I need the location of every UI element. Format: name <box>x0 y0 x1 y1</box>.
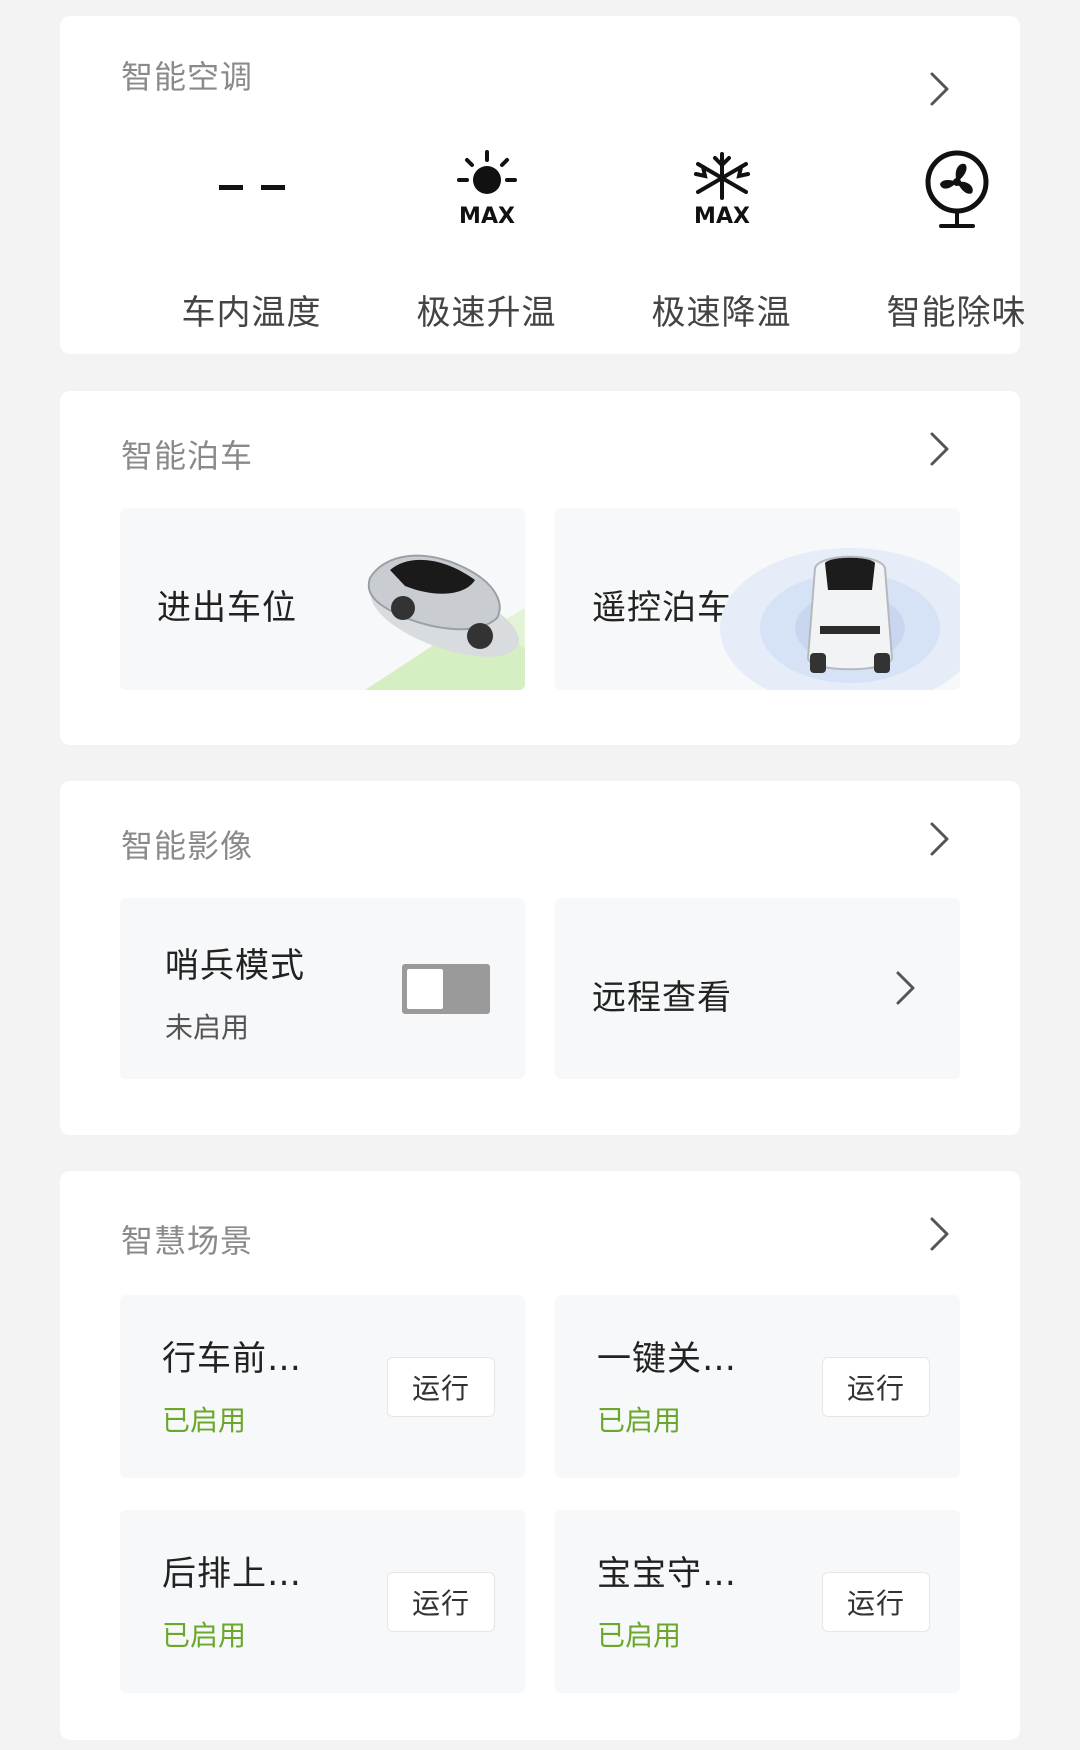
parking-card-title: 智能泊车 <box>121 437 254 475</box>
scene-run-button[interactable]: 运行 <box>387 1572 495 1632</box>
scene-card[interactable]: 一键关… 已启用 运行 <box>555 1295 960 1478</box>
climate-card-title: 智能空调 <box>121 58 254 96</box>
parking-card: 智能泊车 进出车位 遥控泊车 <box>60 391 1020 745</box>
scene-label: 一键关… <box>597 1339 737 1379</box>
cabin-temperature-label: 车内温度 <box>181 293 322 333</box>
sun-max-icon: MAX <box>369 143 604 233</box>
parking-chevron-icon[interactable] <box>928 431 952 467</box>
imaging-card-title: 智能影像 <box>121 827 254 865</box>
park-in-out-tile[interactable]: 进出车位 <box>120 508 525 690</box>
toggle-knob <box>407 969 443 1009</box>
scene-card[interactable]: 后排上… 已启用 运行 <box>120 1510 525 1693</box>
snowflake-max-icon: MAX <box>604 143 839 233</box>
rapid-heat-label: 极速升温 <box>416 293 557 333</box>
scene-status: 已启用 <box>597 1619 682 1652</box>
rapid-heat-item[interactable]: MAX 极速升温 <box>369 143 604 334</box>
scene-card[interactable]: 宝宝守… 已启用 运行 <box>555 1510 960 1693</box>
remote-parking-label: 遥控泊车 <box>592 588 732 628</box>
climate-chevron-icon[interactable] <box>928 71 952 107</box>
climate-card: 智能空调 车内温度 MAX 极速升温 MAX 极速降温 智能除味 <box>60 16 1026 354</box>
scenes-card-title: 智慧场景 <box>121 1222 254 1260</box>
scenes-chevron-icon[interactable] <box>928 1216 952 1252</box>
scene-status: 已启用 <box>162 1619 247 1652</box>
sentry-mode-label: 哨兵模式 <box>165 946 305 986</box>
temperature-dashes-icon <box>134 143 369 233</box>
imaging-chevron-icon[interactable] <box>928 821 952 857</box>
rapid-cool-item[interactable]: MAX 极速降温 <box>604 143 839 334</box>
rapid-cool-label: 极速降温 <box>651 293 792 333</box>
fan-icon <box>839 143 1074 233</box>
sentry-mode-toggle[interactable] <box>402 964 490 1014</box>
remote-view-tile[interactable]: 远程查看 <box>555 898 960 1079</box>
sentry-mode-status: 未启用 <box>165 1011 250 1044</box>
car-side-illustration <box>365 554 525 690</box>
sentry-mode-tile: 哨兵模式 未启用 <box>120 898 525 1079</box>
remote-view-label: 远程查看 <box>592 978 732 1018</box>
remote-view-chevron-icon <box>894 970 918 1006</box>
remote-parking-tile[interactable]: 遥控泊车 <box>555 508 960 690</box>
scene-status: 已启用 <box>162 1404 247 1437</box>
scene-card[interactable]: 行车前… 已启用 运行 <box>120 1295 525 1478</box>
scenes-card: 智慧场景 行车前… 已启用 运行 一键关… 已启用 运行 后排上… 已启用 运行… <box>60 1171 1020 1740</box>
scene-status: 已启用 <box>597 1404 682 1437</box>
scene-label: 后排上… <box>162 1554 302 1594</box>
scene-run-button[interactable]: 运行 <box>387 1357 495 1417</box>
smart-deodorize-item[interactable]: 智能除味 <box>839 143 1074 334</box>
imaging-card: 智能影像 哨兵模式 未启用 远程查看 <box>60 781 1020 1135</box>
smart-deodorize-label: 智能除味 <box>886 293 1027 333</box>
park-in-out-label: 进出车位 <box>157 588 297 628</box>
scene-label: 宝宝守… <box>597 1554 737 1594</box>
car-rear-illustration <box>720 548 960 690</box>
scene-run-button[interactable]: 运行 <box>822 1572 930 1632</box>
sun-max-badge: MAX <box>459 204 515 228</box>
scene-label: 行车前… <box>162 1339 302 1379</box>
snowflake-max-badge: MAX <box>694 204 750 228</box>
cabin-temperature-item[interactable]: 车内温度 <box>134 143 369 334</box>
scene-run-button[interactable]: 运行 <box>822 1357 930 1417</box>
